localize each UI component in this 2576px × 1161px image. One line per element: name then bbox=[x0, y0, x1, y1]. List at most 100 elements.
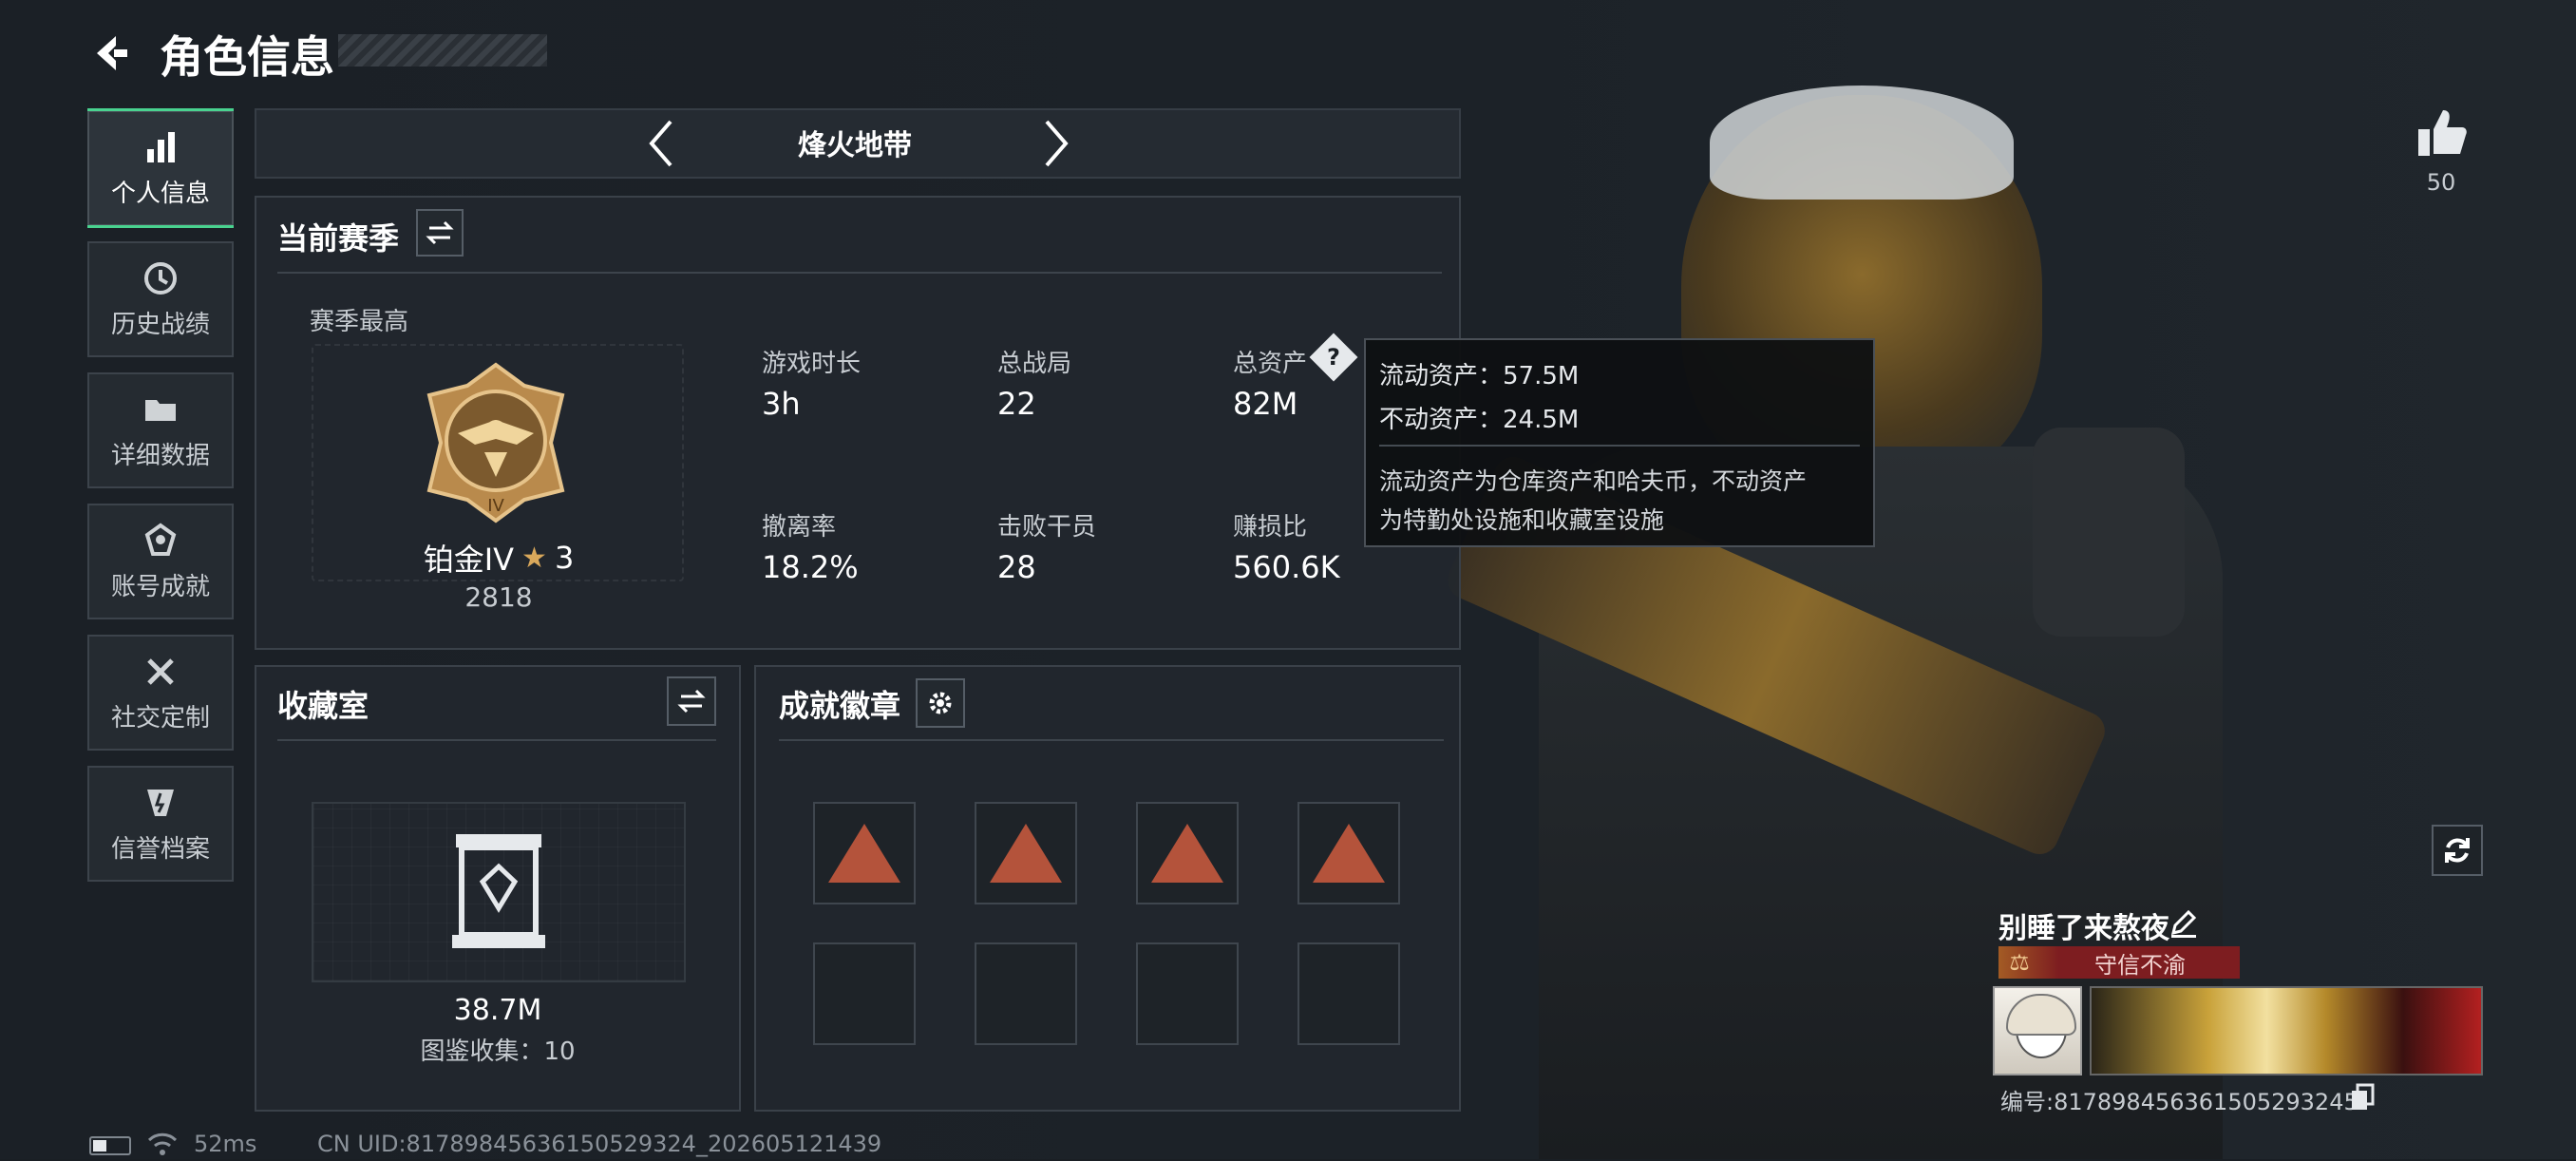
assets-tooltip: 流动资产：57.5M 不动资产：24.5M 流动资产为仓库资产和哈夫币，不动资产… bbox=[1364, 338, 1875, 547]
active-indicator-bottom bbox=[87, 225, 234, 228]
collection-switch-button[interactable] bbox=[667, 676, 716, 726]
stat-value: 28 bbox=[997, 549, 1036, 585]
back-arrow-icon bbox=[97, 36, 127, 70]
badge-slot[interactable] bbox=[1297, 802, 1400, 904]
showcase-icon bbox=[446, 828, 551, 952]
svg-text:IV: IV bbox=[487, 496, 504, 516]
stat-label: 赚损比 bbox=[1233, 513, 1308, 542]
like-count: 50 bbox=[2426, 169, 2456, 196]
stat-label: 击败干员 bbox=[997, 513, 1097, 542]
stat-label: 总战局 bbox=[997, 350, 1072, 378]
refresh-button[interactable] bbox=[2432, 825, 2483, 876]
folder-icon bbox=[145, 399, 176, 421]
chevron-left-icon bbox=[649, 120, 672, 167]
mode-title: 烽火地带 bbox=[798, 129, 912, 162]
sidebar-item-social[interactable]: 社交定制 bbox=[87, 635, 234, 751]
badge-slot[interactable] bbox=[1136, 802, 1239, 904]
battery-icon bbox=[89, 1136, 131, 1155]
rank-score: 2818 bbox=[464, 581, 533, 613]
star-icon: ★ bbox=[521, 541, 547, 575]
chevron-right-icon bbox=[1045, 120, 1069, 167]
avatar[interactable] bbox=[1993, 986, 2082, 1075]
sidebar-item-label: 账号成就 bbox=[110, 572, 210, 601]
sidebar-item-label: 详细数据 bbox=[110, 441, 210, 470]
switch-icon bbox=[677, 689, 706, 714]
like-button[interactable] bbox=[2413, 105, 2470, 162]
collection-divider bbox=[277, 739, 716, 741]
rank-emblem-icon: IV bbox=[410, 357, 581, 528]
tooltip-liquid: 流动资产：57.5M bbox=[1379, 362, 1580, 390]
help-icon[interactable]: ? bbox=[1309, 333, 1358, 382]
stat-value: 3h bbox=[762, 386, 801, 422]
badge-team-icon bbox=[1313, 824, 1385, 883]
name-card-banner[interactable] bbox=[2090, 986, 2483, 1075]
gear-icon bbox=[929, 692, 952, 714]
badges-title: 成就徽章 bbox=[779, 688, 901, 724]
mode-prev-button[interactable] bbox=[636, 116, 684, 171]
edit-name-button[interactable] bbox=[2168, 906, 2200, 939]
scale-icon: ⚖ bbox=[2009, 949, 2030, 976]
sidebar-item-detailed-data[interactable]: 详细数据 bbox=[87, 372, 234, 488]
title-badge: ⚖ 守信不渝 bbox=[1998, 946, 2240, 979]
bar-chart-icon bbox=[147, 131, 175, 162]
active-indicator bbox=[87, 108, 234, 111]
badges-settings-button[interactable] bbox=[916, 678, 965, 728]
sidebar-item-credit[interactable]: 信誉档案 bbox=[87, 766, 234, 882]
sidebar-item-label: 社交定制 bbox=[110, 703, 210, 733]
copy-icon bbox=[2352, 1083, 2375, 1110]
history-icon bbox=[144, 261, 177, 295]
badge-number-one-icon bbox=[990, 824, 1062, 883]
season-title: 当前赛季 bbox=[277, 220, 400, 257]
page-title: 角色信息 bbox=[160, 31, 334, 83]
thumbs-up-icon bbox=[2418, 110, 2467, 156]
rank-stars: 3 bbox=[554, 540, 575, 576]
season-divider bbox=[277, 272, 1442, 274]
sidebar-item-personal-info[interactable]: 个人信息 bbox=[87, 108, 234, 228]
stat-value: 560.6K bbox=[1233, 549, 1340, 585]
badge-boat-icon bbox=[828, 824, 900, 883]
player-name: 别睡了来熬夜 bbox=[1998, 912, 2169, 945]
collection-title: 收藏室 bbox=[277, 688, 369, 724]
stat-label: 游戏时长 bbox=[762, 350, 862, 378]
ping-text: 52ms bbox=[194, 1131, 257, 1157]
sidebar-item-label: 个人信息 bbox=[110, 179, 210, 208]
tooltip-desc-1: 流动资产为仓库资产和哈夫币，不动资产 bbox=[1379, 467, 1808, 495]
stat-value: 82M bbox=[1233, 386, 1298, 422]
stat-label: 撤离率 bbox=[762, 513, 837, 542]
collection-value: 38.7M bbox=[453, 994, 542, 1027]
title-decoration bbox=[338, 34, 547, 67]
collection-count: 图鉴收集：10 bbox=[420, 1037, 576, 1066]
back-button[interactable] bbox=[84, 27, 137, 80]
pencil-icon bbox=[2170, 909, 2197, 938]
sidebar-item-history[interactable]: 历史战绩 bbox=[87, 241, 234, 357]
season-best-label: 赛季最高 bbox=[310, 308, 409, 336]
wifi-icon bbox=[146, 1131, 179, 1157]
uid-text: CN UID:8178984563615052​9324_20260512143… bbox=[317, 1131, 882, 1157]
badge-slot-empty[interactable] bbox=[975, 942, 1077, 1045]
rank-name: 铂金IV bbox=[423, 542, 515, 578]
copy-id-button[interactable] bbox=[2350, 1083, 2377, 1112]
player-id: 编号:817898456361505293245 bbox=[2000, 1089, 2358, 1115]
tooltip-divider bbox=[1379, 445, 1860, 447]
sidebar-item-label: 信誉档案 bbox=[110, 834, 210, 864]
achievement-icon bbox=[144, 523, 177, 556]
sidebar-item-label: 历史战绩 bbox=[110, 310, 210, 339]
badge-runner-icon bbox=[1151, 824, 1223, 883]
credit-icon bbox=[147, 789, 174, 816]
season-switch-button[interactable] bbox=[416, 209, 464, 257]
stat-value: 18.2% bbox=[762, 549, 859, 585]
switch-icon bbox=[426, 220, 454, 245]
refresh-icon bbox=[2445, 838, 2470, 863]
mode-next-button[interactable] bbox=[1033, 116, 1081, 171]
stat-label: 总资产 bbox=[1233, 350, 1308, 378]
badge-slot-empty[interactable] bbox=[813, 942, 916, 1045]
badge-slot[interactable] bbox=[975, 802, 1077, 904]
tooltip-fixed: 不动资产：24.5M bbox=[1379, 406, 1580, 434]
player-title: 守信不渝 bbox=[2094, 951, 2186, 979]
badge-slot-empty[interactable] bbox=[1297, 942, 1400, 1045]
badge-slot[interactable] bbox=[813, 802, 916, 904]
badges-divider bbox=[779, 739, 1444, 741]
sidebar-item-achievements[interactable]: 账号成就 bbox=[87, 504, 234, 619]
rank-name-row: 铂金IV ★ 3 bbox=[399, 536, 598, 580]
badge-slot-empty[interactable] bbox=[1136, 942, 1239, 1045]
